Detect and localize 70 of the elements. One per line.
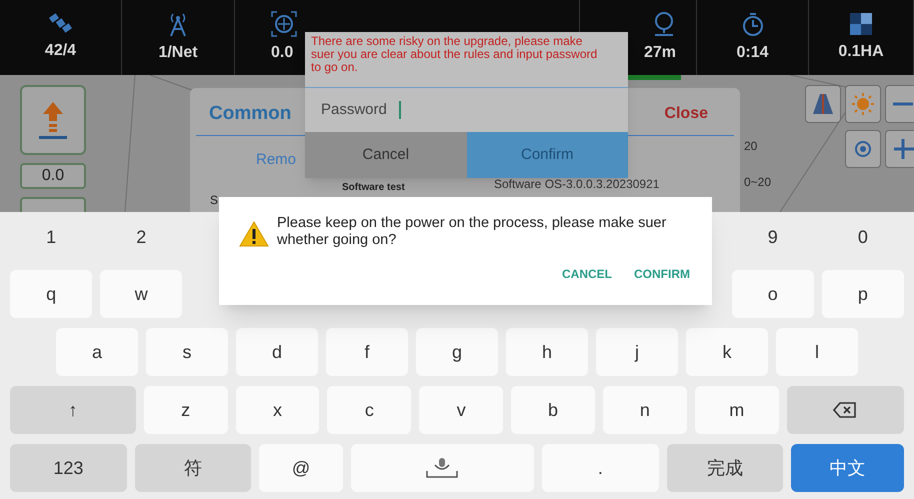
keyboard-key[interactable]: q (10, 270, 92, 318)
offset-value: 0.0 (20, 163, 86, 189)
keyboard-key[interactable]: . (542, 444, 659, 492)
map-control-button[interactable] (845, 130, 881, 168)
password-field[interactable]: Password (305, 88, 628, 132)
map-control-button[interactable] (885, 85, 914, 123)
satellite-icon (48, 12, 74, 34)
squares-icon (849, 12, 873, 36)
cancel-button[interactable]: Cancel (305, 132, 466, 178)
password-label: Password (321, 100, 387, 120)
scale-label: 20 (744, 138, 758, 155)
keyboard-key[interactable]: c (327, 386, 412, 434)
keyboard-key[interactable]: n (602, 386, 687, 434)
keyboard-key[interactable]: a (56, 328, 138, 376)
status-value: 0:14 (736, 42, 769, 62)
keyboard-key[interactable]: h (506, 328, 588, 376)
panel-title: Common (209, 102, 292, 126)
upload-button[interactable] (20, 85, 86, 155)
keyboard-key[interactable]: o (732, 270, 814, 318)
space-mic-icon (425, 457, 460, 479)
keyboard-key[interactable]: g (416, 328, 498, 376)
road-icon (812, 93, 834, 115)
keyboard-key[interactable]: @ (259, 444, 343, 492)
pin-icon (652, 10, 676, 36)
locate-icon (852, 138, 874, 160)
map-control-button[interactable] (805, 85, 841, 123)
warning-text: There are some risky on the upgrade, please make suer you are clear about the rules and input password to go on. (305, 32, 628, 88)
alert-message: Please keep on the power on the process, please make suer whether going on? (277, 215, 668, 249)
keyboard-key[interactable]: x (236, 386, 320, 434)
keyboard-key[interactable]: s (146, 328, 228, 376)
status-value: 1/Net (158, 42, 198, 62)
keyboard-key[interactable]: l (776, 328, 858, 376)
keyboard-key[interactable]: 9 (732, 214, 814, 260)
software-version: Software OS-3.0.0.3.20230921 (494, 177, 660, 191)
keyboard-key[interactable]: k (686, 328, 768, 376)
status-value: 0.1HA (838, 42, 884, 62)
keyboard-key[interactable]: v (419, 386, 504, 434)
keyboard-key[interactable]: 符 (134, 444, 252, 492)
status-value: 0.0 (271, 42, 294, 62)
sun-icon (851, 92, 875, 116)
keyboard-key[interactable]: j (596, 328, 678, 376)
map-control-button[interactable] (885, 130, 914, 168)
software-item: Software test (342, 182, 405, 194)
keyboard-key[interactable]: 2 (100, 214, 182, 260)
keyboard-key[interactable]: w (100, 270, 182, 318)
keyboard-key[interactable]: 0 (822, 214, 904, 260)
keyboard-key[interactable]: 123 (10, 444, 127, 492)
backspace-key[interactable] (786, 386, 904, 434)
minus-icon (893, 102, 913, 106)
keyboard-key[interactable]: d (236, 328, 318, 376)
status-value: 42/4 (44, 40, 76, 60)
language-key[interactable]: 中文 (791, 444, 904, 492)
map-control-button[interactable] (845, 85, 881, 123)
keyboard-key[interactable]: f (326, 328, 408, 376)
warning-icon (239, 221, 269, 247)
keyboard-key[interactable]: 完成 (666, 444, 784, 492)
crosshair-icon (271, 10, 297, 36)
text-cursor (398, 101, 401, 119)
keyboard-key[interactable]: b (511, 386, 595, 434)
backspace-icon (833, 402, 858, 418)
keyboard-key[interactable]: 1 (10, 214, 92, 260)
keyboard-key[interactable]: p (822, 270, 904, 318)
status-value: 27m (644, 42, 676, 62)
partial-label: S (210, 193, 218, 207)
plus-icon (892, 138, 914, 160)
shift-key[interactable]: ↑ (10, 386, 136, 434)
keyboard-key[interactable]: z (144, 386, 228, 434)
scale-label: 0~20 (744, 174, 772, 191)
keyboard-key[interactable]: m (694, 386, 779, 434)
timer-icon (740, 10, 764, 36)
